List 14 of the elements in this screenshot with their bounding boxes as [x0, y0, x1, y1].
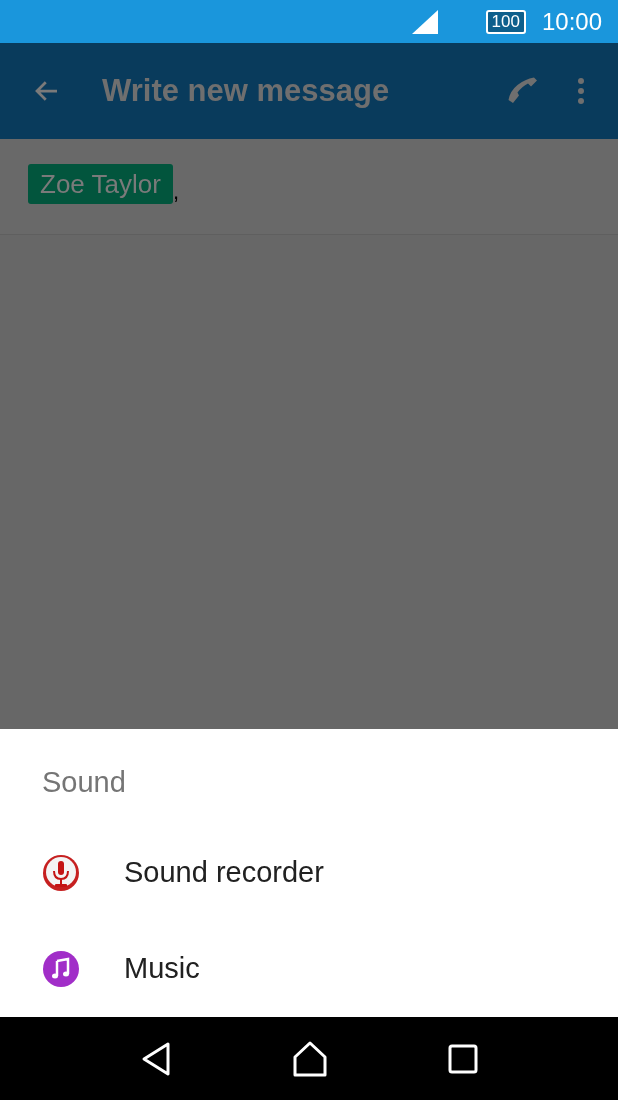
- recipient-field[interactable]: Zoe Taylor ,: [0, 139, 618, 235]
- app-option[interactable]: Music: [0, 921, 618, 1017]
- microphone-icon: [42, 854, 80, 892]
- recents-icon[interactable]: [448, 1043, 478, 1074]
- music-note-icon: [42, 950, 80, 988]
- sheet-title: Sound: [41, 765, 127, 800]
- app-option[interactable]: Sound recorder: [0, 825, 618, 921]
- battery-icon: 100: [485, 9, 526, 34]
- back-icon[interactable]: [140, 1040, 172, 1077]
- screen-title: Write new message: [102, 71, 390, 110]
- clock: 10:00: [541, 6, 602, 37]
- signal-icon: [411, 9, 438, 34]
- separator: ,: [172, 180, 180, 204]
- home-icon[interactable]: [292, 1040, 328, 1077]
